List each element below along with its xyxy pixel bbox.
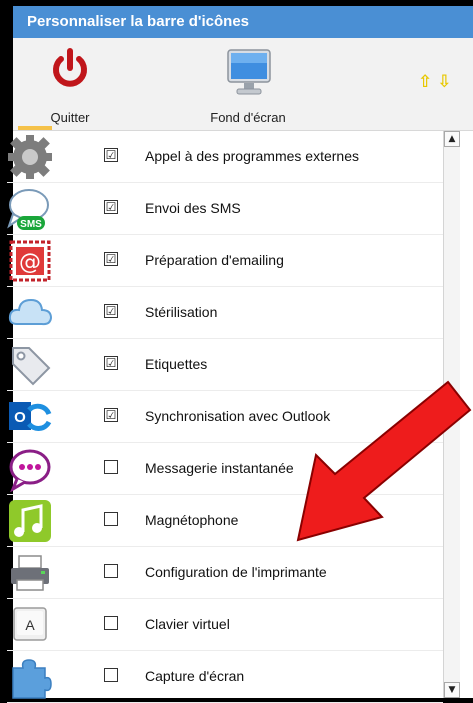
outlook-sync-icon: O bbox=[9, 402, 52, 431]
item-label: Synchronisation avec Outlook bbox=[145, 408, 331, 424]
sms-icon: SMS bbox=[7, 189, 49, 230]
item-label: Appel à des programmes externes bbox=[145, 148, 359, 164]
item-label: Configuration de l'imprimante bbox=[145, 564, 327, 580]
selection-indicator bbox=[18, 126, 52, 130]
item-label: Etiquettes bbox=[145, 356, 208, 372]
item-checkbox[interactable] bbox=[104, 460, 118, 474]
item-label: Messagerie instantanée bbox=[145, 460, 294, 476]
item-checkbox[interactable]: ☑ bbox=[104, 356, 118, 370]
list-item[interactable]: ☑ Etiquettes bbox=[7, 339, 443, 391]
list-item[interactable]: @ ☑ Préparation d'emailing bbox=[7, 235, 443, 287]
item-checkbox[interactable]: ☑ bbox=[104, 200, 118, 214]
item-checkbox[interactable] bbox=[104, 512, 118, 526]
item-checkbox[interactable]: ☑ bbox=[104, 252, 118, 266]
monitor-icon bbox=[227, 49, 271, 95]
list-item[interactable]: SMS ☑ Envoi des SMS bbox=[7, 183, 443, 235]
list-item[interactable]: Configuration de l'imprimante bbox=[7, 547, 443, 599]
toolbar: Quitter Fond d'écran ⇧ ⇩ bbox=[13, 38, 473, 131]
gear-icon bbox=[8, 135, 52, 179]
item-checkbox[interactable] bbox=[104, 668, 118, 682]
scroll-up-button[interactable]: ▲ bbox=[444, 131, 460, 147]
list-item[interactable]: Messagerie instantanée bbox=[7, 443, 443, 495]
music-note-icon bbox=[9, 500, 51, 542]
cloud-icon bbox=[8, 298, 53, 326]
quit-label: Quitter bbox=[50, 110, 90, 125]
puzzle-icon bbox=[12, 659, 52, 699]
item-label: Stérilisation bbox=[145, 304, 218, 320]
list-item[interactable]: O ☑ Synchronisation avec Outlook bbox=[7, 391, 443, 443]
item-checkbox[interactable]: ☑ bbox=[104, 304, 118, 318]
outlook-icon-text: O bbox=[14, 409, 26, 426]
sms-icon-text: SMS bbox=[20, 219, 42, 230]
item-label: Magnétophone bbox=[145, 512, 239, 528]
move-down-button[interactable]: ⇩ bbox=[437, 72, 451, 92]
key-icon-text: A bbox=[25, 617, 35, 633]
at-stamp-icon: @ bbox=[9, 240, 51, 282]
tag-icon bbox=[12, 347, 51, 386]
window-title: Personnaliser la barre d'icônes bbox=[13, 6, 473, 38]
keyboard-key-icon: A bbox=[13, 607, 47, 641]
list-item[interactable]: Capture d'écran bbox=[7, 651, 443, 703]
wallpaper-button[interactable]: Fond d'écran bbox=[188, 38, 308, 130]
item-label: Clavier virtuel bbox=[145, 616, 230, 632]
item-checkbox[interactable] bbox=[104, 616, 118, 630]
list-item[interactable]: ☑ Appel à des programmes externes bbox=[7, 131, 443, 183]
item-checkbox[interactable]: ☑ bbox=[104, 148, 118, 162]
move-up-button[interactable]: ⇧ bbox=[418, 72, 432, 92]
item-label: Envoi des SMS bbox=[145, 200, 241, 216]
chat-bubble-icon bbox=[9, 449, 51, 492]
vertical-scrollbar[interactable]: ▲ ▼ bbox=[443, 131, 460, 698]
item-label: Préparation d'emailing bbox=[145, 252, 284, 268]
power-icon bbox=[53, 48, 87, 87]
reorder-arrows: ⇧ ⇩ bbox=[418, 72, 457, 92]
item-label: Capture d'écran bbox=[145, 668, 245, 684]
quit-button[interactable]: Quitter bbox=[33, 38, 107, 130]
item-checkbox[interactable] bbox=[104, 564, 118, 578]
list-item[interactable]: ☑ Stérilisation bbox=[7, 287, 443, 339]
printer-icon bbox=[11, 555, 49, 591]
at-icon-text: @ bbox=[19, 250, 41, 275]
scroll-down-button[interactable]: ▼ bbox=[444, 682, 460, 698]
toolbar-items-list: ☑ Appel à des programmes externes SMS ☑ … bbox=[7, 131, 443, 703]
wallpaper-label: Fond d'écran bbox=[210, 110, 286, 125]
item-checkbox[interactable]: ☑ bbox=[104, 408, 118, 422]
list-item[interactable]: A Clavier virtuel bbox=[7, 599, 443, 651]
list-item[interactable]: Magnétophone bbox=[7, 495, 443, 547]
